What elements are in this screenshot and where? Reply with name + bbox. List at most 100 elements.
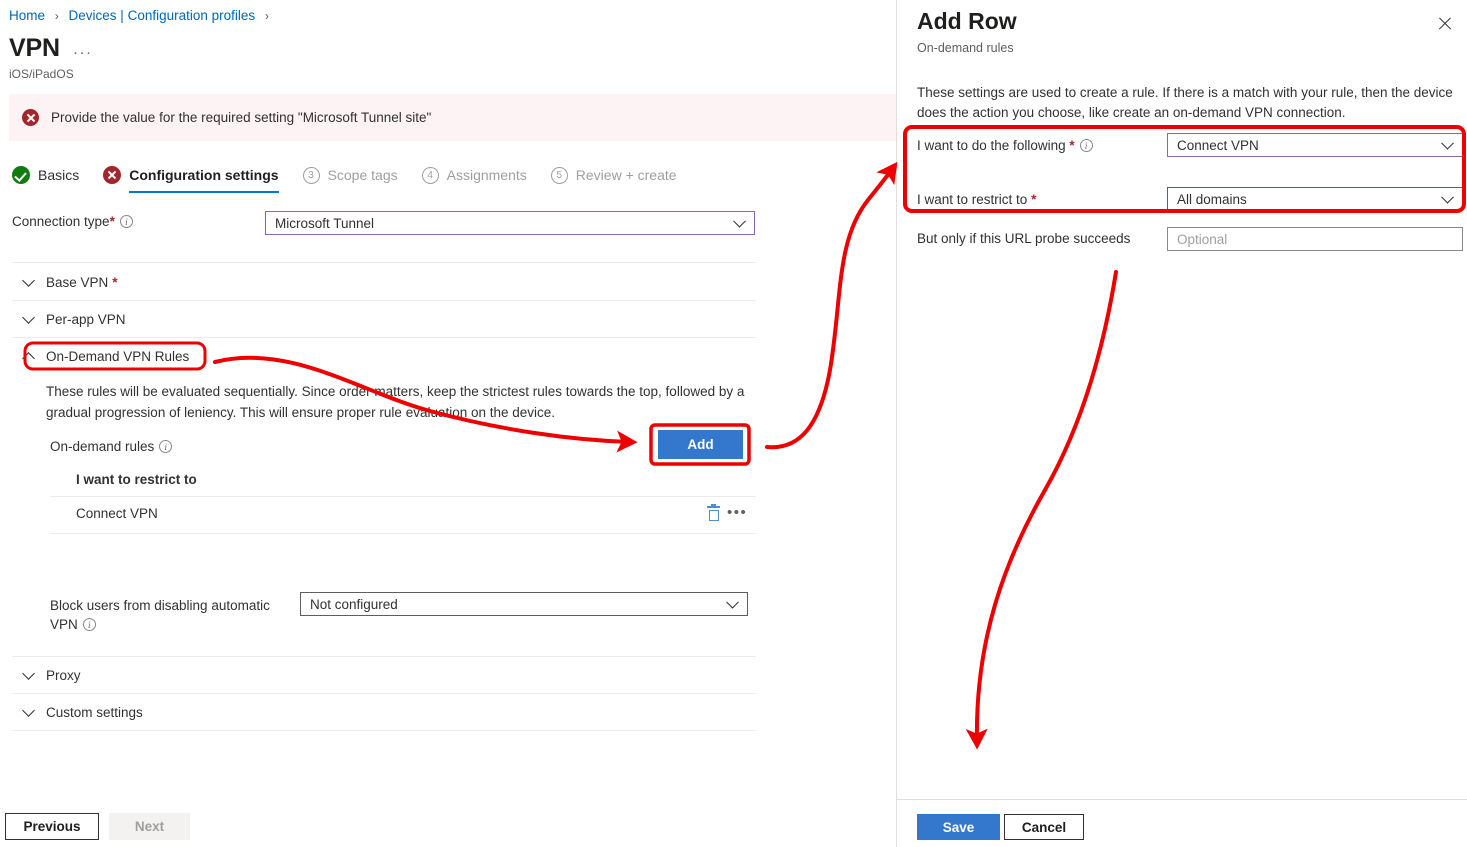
section-proxy[interactable]: Proxy — [24, 668, 81, 683]
required-asterisk: * — [110, 214, 115, 229]
restrict-to-label: I want to restrict to * — [917, 192, 1036, 207]
panel-subtitle: On-demand rules — [917, 41, 1014, 55]
chevron-down-icon — [1441, 137, 1454, 150]
tab-assignments[interactable]: 4 Assignments — [422, 167, 527, 193]
panel-description: These settings are used to create a rule… — [917, 83, 1462, 123]
error-banner: Provide the value for the required setti… — [9, 94, 896, 141]
table-divider — [50, 533, 756, 534]
restrict-to-label-text: I want to restrict to — [917, 192, 1027, 207]
save-button[interactable]: Save — [917, 814, 1000, 840]
required-asterisk: * — [1031, 192, 1036, 207]
divider — [12, 262, 756, 263]
ellipsis-icon[interactable]: ••• — [727, 508, 747, 518]
error-banner-message: Provide the value for the required setti… — [51, 110, 431, 125]
divider — [897, 799, 1467, 800]
step-number-icon: 5 — [551, 167, 568, 184]
trash-icon[interactable] — [707, 506, 720, 521]
connection-type-label: Connection type* i — [12, 214, 133, 229]
chevron-down-icon — [726, 596, 739, 609]
divider — [12, 656, 756, 657]
do-the-following-label: I want to do the following * i — [917, 138, 1093, 153]
chevron-up-icon — [22, 352, 35, 365]
breadcrumb-separator: › — [265, 9, 269, 23]
tab-configuration-settings[interactable]: Configuration settings — [103, 166, 278, 193]
info-icon[interactable]: i — [83, 618, 96, 631]
add-button[interactable]: Add — [658, 430, 743, 459]
chevron-down-icon — [22, 274, 35, 287]
tab-label: Assignments — [447, 167, 527, 183]
table-column-header: I want to restrict to — [76, 472, 197, 487]
configuration-profile-pane: Home › Devices | Configuration profiles … — [0, 0, 896, 847]
divider — [12, 300, 756, 301]
on-demand-rules-label-text: On-demand rules — [50, 439, 154, 454]
required-asterisk: * — [1069, 138, 1074, 153]
tab-label: Configuration settings — [129, 167, 278, 183]
block-users-dropdown[interactable]: Not configured — [300, 592, 748, 616]
section-per-app-vpn[interactable]: Per-app VPN — [24, 312, 126, 327]
tab-label: Scope tags — [328, 167, 398, 183]
chevron-down-icon — [22, 311, 35, 324]
error-circle-icon — [22, 109, 39, 126]
step-number-icon: 4 — [422, 167, 439, 184]
panel-title: Add Row — [917, 8, 1017, 35]
section-label: Proxy — [46, 668, 81, 683]
chevron-down-icon — [22, 704, 35, 717]
breadcrumb-separator: › — [55, 9, 59, 23]
section-label: Per-app VPN — [46, 312, 126, 327]
chevron-down-icon — [22, 667, 35, 680]
chevron-down-icon — [1441, 191, 1454, 204]
wizard-tabs: Basics Configuration settings 3 Scope ta… — [12, 166, 701, 193]
on-demand-rules-label: On-demand rules i — [50, 439, 172, 454]
do-the-following-dropdown[interactable]: Connect VPN — [1167, 133, 1463, 157]
page-title: VPN — [9, 34, 60, 63]
divider — [12, 693, 756, 694]
error-circle-icon — [103, 166, 121, 184]
tab-label: Review + create — [576, 167, 677, 183]
on-demand-rules-description: These rules will be evaluated sequential… — [46, 381, 746, 423]
info-icon[interactable]: i — [1080, 139, 1093, 152]
breadcrumb: Home › Devices | Configuration profiles … — [9, 8, 275, 23]
section-custom-settings[interactable]: Custom settings — [24, 705, 143, 720]
table-row: Connect VPN — [76, 506, 158, 521]
section-base-vpn[interactable]: Base VPN * — [24, 275, 118, 290]
divider — [12, 337, 756, 338]
step-number-icon: 3 — [303, 167, 320, 184]
tab-review-create[interactable]: 5 Review + create — [551, 167, 677, 193]
url-probe-label-text: But only if this URL probe succeeds — [917, 231, 1130, 246]
url-probe-input[interactable] — [1167, 227, 1463, 251]
next-button: Next — [109, 813, 190, 840]
section-on-demand-vpn-rules[interactable]: On-Demand VPN Rules — [24, 349, 189, 364]
required-asterisk: * — [112, 275, 117, 290]
breadcrumb-item-home[interactable]: Home — [9, 8, 45, 23]
restrict-to-dropdown[interactable]: All domains — [1167, 187, 1463, 211]
block-users-value: Not configured — [310, 597, 398, 612]
chevron-down-icon — [733, 215, 746, 228]
divider — [12, 730, 756, 731]
block-users-label: Block users from disabling automatic VPN… — [50, 596, 280, 634]
previous-button[interactable]: Previous — [5, 813, 99, 840]
info-icon[interactable]: i — [120, 215, 133, 228]
connection-type-dropdown[interactable]: Microsoft Tunnel — [265, 211, 755, 235]
section-label: Custom settings — [46, 705, 143, 720]
check-circle-icon — [12, 166, 30, 184]
do-the-following-value: Connect VPN — [1177, 138, 1259, 153]
tab-label: Basics — [38, 167, 79, 183]
do-the-following-label-text: I want to do the following — [917, 138, 1066, 153]
table-divider — [50, 496, 756, 497]
page-subtitle: iOS/iPadOS — [9, 67, 74, 81]
section-label: On-Demand VPN Rules — [46, 349, 189, 364]
tab-basics[interactable]: Basics — [12, 166, 79, 193]
close-icon[interactable] — [1435, 14, 1455, 34]
connection-type-label-text: Connection type — [12, 214, 110, 229]
breadcrumb-item-devices[interactable]: Devices | Configuration profiles — [69, 8, 256, 23]
section-label: Base VPN — [46, 275, 108, 290]
app-root: Home › Devices | Configuration profiles … — [0, 0, 1467, 847]
url-probe-label: But only if this URL probe succeeds — [917, 231, 1130, 246]
add-row-panel: Add Row On-demand rules These settings a… — [896, 0, 1467, 847]
page-more-icon[interactable]: ··· — [73, 44, 93, 61]
restrict-to-value: All domains — [1177, 192, 1247, 207]
connection-type-value: Microsoft Tunnel — [275, 216, 374, 231]
tab-scope-tags[interactable]: 3 Scope tags — [303, 167, 398, 193]
cancel-button[interactable]: Cancel — [1004, 814, 1084, 840]
info-icon[interactable]: i — [159, 440, 172, 453]
